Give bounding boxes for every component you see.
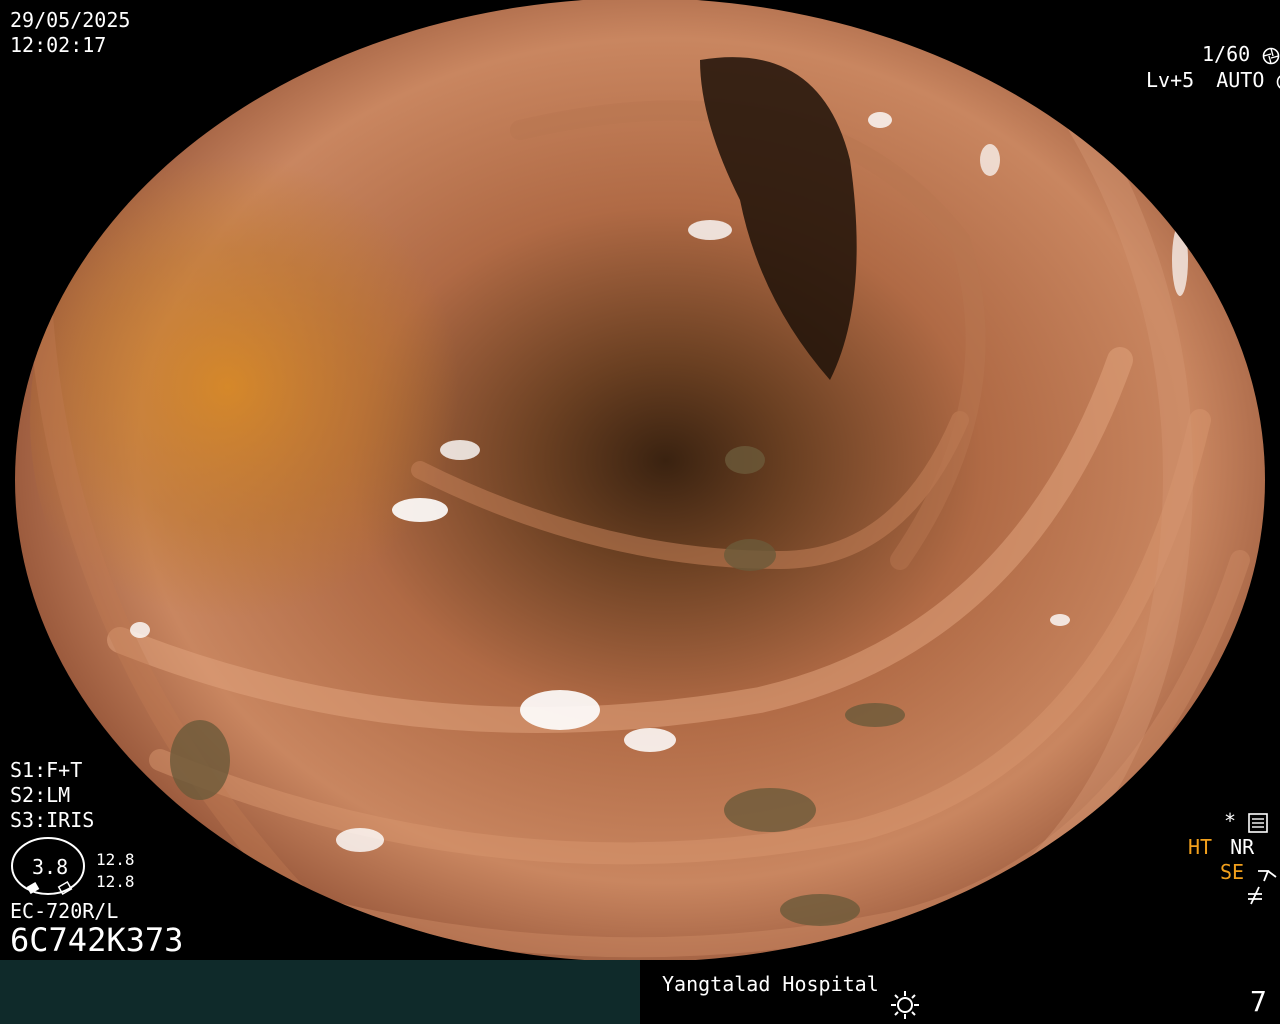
ht-label: HT [1188, 835, 1213, 859]
nr-label: NR [1230, 835, 1255, 859]
hospital-name: Yangtalad Hospital [662, 972, 879, 996]
switch-s1: S1:F+T [10, 758, 83, 782]
page-number: 7 [1250, 985, 1267, 1018]
zoom-top-value: 12.8 [96, 850, 135, 869]
time-label: 12:02:17 [10, 33, 107, 57]
settings-icon [1248, 812, 1268, 833]
shutter-label: 1/60 [1202, 42, 1251, 66]
switch-s2: S2:LM [10, 783, 71, 807]
date-label: 29/05/2025 [10, 8, 131, 32]
ht-nr-indicator: HT NR [1188, 835, 1254, 859]
switch-s3: S3:IRIS [10, 808, 95, 832]
no-signal-icon [1248, 886, 1262, 905]
scope-model: EC-720R/L [10, 899, 119, 923]
shutter-readout: 1/60 [1202, 42, 1280, 66]
se-indicator: SE [1220, 860, 1278, 884]
endoscope-image [0, 0, 1280, 1024]
settings-indicator: * [1224, 809, 1268, 833]
light-level-label: Lv+5 [1146, 68, 1195, 92]
zoom-value: 3.8 [32, 855, 69, 879]
aperture-icon [1277, 75, 1280, 88]
status-bar-info: Yangtalad Hospital 7 [640, 960, 1280, 1024]
serial-number: 6C742K373 [10, 921, 184, 959]
aperture-icon [1262, 47, 1280, 64]
star-label: * [1224, 809, 1237, 833]
se-label: SE [1220, 860, 1245, 884]
zoom-bottom-value: 12.8 [96, 872, 135, 891]
brightness-icon [891, 991, 919, 1019]
iris-mode-label: AUTO [1216, 68, 1265, 92]
level-readout: Lv+5 AUTO [1146, 68, 1280, 92]
signal-icon [1258, 869, 1277, 881]
